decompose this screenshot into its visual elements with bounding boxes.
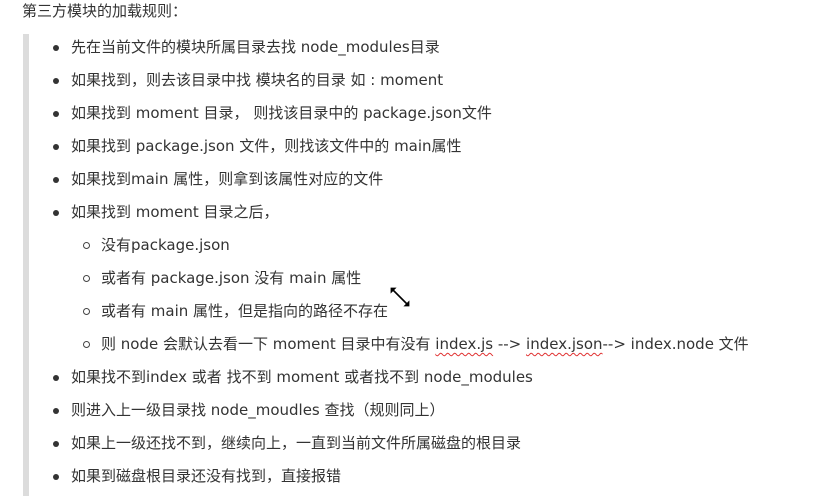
list-item-text: 如果找到 package.json 文件，则找该文件中的 main属性: [71, 137, 462, 155]
sub-list-item-text-mid: -->: [493, 335, 527, 353]
bullet-disc-icon: [53, 45, 59, 51]
sub-list-item-text: 或者有 package.json 没有 main 属性: [101, 269, 362, 287]
bullet-disc-icon: [53, 78, 59, 84]
bullet-disc-icon: [53, 177, 59, 183]
sub-list: 没有package.json 或者有 package.json 没有 main …: [71, 229, 820, 361]
sub-list-item-text: 没有package.json: [101, 236, 230, 254]
sub-list-item: 则 node 会默认去看一下 moment 目录中有没有 index.js --…: [71, 328, 820, 361]
list-item: 如果找到main 属性，则拿到该属性对应的文件: [40, 163, 820, 196]
list-item: 则进入上一级目录找 node_moudles 查找（规则同上）: [40, 394, 820, 427]
list-item-text: 如果到磁盘根目录还没有找到，直接报错: [71, 467, 342, 485]
bullet-circle-icon: [83, 308, 90, 315]
list-item: 先在当前文件的模块所属目录去找 node_modules目录: [40, 31, 820, 64]
list-item-text: 先在当前文件的模块所属目录去找 node_modules目录: [71, 38, 440, 56]
sub-list-item: 没有package.json: [71, 229, 820, 262]
list-item-text: 如果找到main 属性，则拿到该属性对应的文件: [71, 170, 384, 188]
bullet-disc-icon: [53, 408, 59, 414]
list-item-text: 如果找不到index 或者 找不到 moment 或者找不到 node_modu…: [71, 368, 533, 386]
list-item-text: 如果找到 moment 目录之后，: [71, 203, 279, 221]
list-item-text: 如果上一级还找不到，继续向上，一直到当前文件所属磁盘的根目录: [71, 434, 522, 452]
bullet-disc-icon: [53, 144, 59, 150]
bullet-disc-icon: [53, 111, 59, 117]
list-item: 如果找到，则去该目录中找 模块名的目录 如 : moment: [40, 64, 820, 97]
blockquote-bar: [23, 34, 29, 496]
list-item: 如果找不到index 或者 找不到 moment 或者找不到 node_modu…: [40, 361, 820, 394]
bullet-circle-icon: [83, 341, 90, 348]
spellcheck-word-index-js: index.js: [435, 335, 494, 353]
document-page: 第三方模块的加载规则： 先在当前文件的模块所属目录去找 node_modules…: [0, 0, 824, 496]
bullet-disc-icon: [53, 375, 59, 381]
list-item-text: 如果找到 moment 目录， 则找该目录中的 package.json文件: [71, 104, 492, 122]
spellcheck-word-index-json: index.json: [526, 335, 603, 353]
sub-list-item-text-pre: 则 node 会默认去看一下 moment 目录中有没有: [101, 335, 436, 353]
sub-list-item-text: 或者有 main 属性，但是指向的路径不存在: [101, 302, 389, 320]
list-item: 如果到磁盘根目录还没有找到，直接报错: [40, 460, 820, 493]
bullet-circle-icon: [83, 242, 90, 249]
rules-list: 先在当前文件的模块所属目录去找 node_modules目录 如果找到，则去该目…: [40, 31, 820, 493]
list-item: 如果找到 moment 目录之后， 没有package.json 或者有 pac…: [40, 196, 820, 361]
list-item-text: 如果找到，则去该目录中找 模块名的目录 如 : moment: [71, 71, 444, 89]
resize-diagonal-cursor-icon: [388, 285, 412, 309]
list-item: 如果找到 package.json 文件，则找该文件中的 main属性: [40, 130, 820, 163]
bullet-circle-icon: [83, 275, 90, 282]
list-item-text: 则进入上一级目录找 node_moudles 查找（规则同上）: [71, 401, 445, 419]
bullet-disc-icon: [53, 474, 59, 480]
sub-list-item: 或者有 main 属性，但是指向的路径不存在: [71, 295, 820, 328]
list-item: 如果上一级还找不到，继续向上，一直到当前文件所属磁盘的根目录: [40, 427, 820, 460]
bullet-disc-icon: [53, 210, 59, 216]
section-heading: 第三方模块的加载规则：: [22, 2, 188, 20]
bullet-disc-icon: [53, 441, 59, 447]
list-item: 如果找到 moment 目录， 则找该目录中的 package.json文件: [40, 97, 820, 130]
sub-list-item: 或者有 package.json 没有 main 属性: [71, 262, 820, 295]
sub-list-item-text-post: --> index.node 文件: [602, 335, 749, 353]
